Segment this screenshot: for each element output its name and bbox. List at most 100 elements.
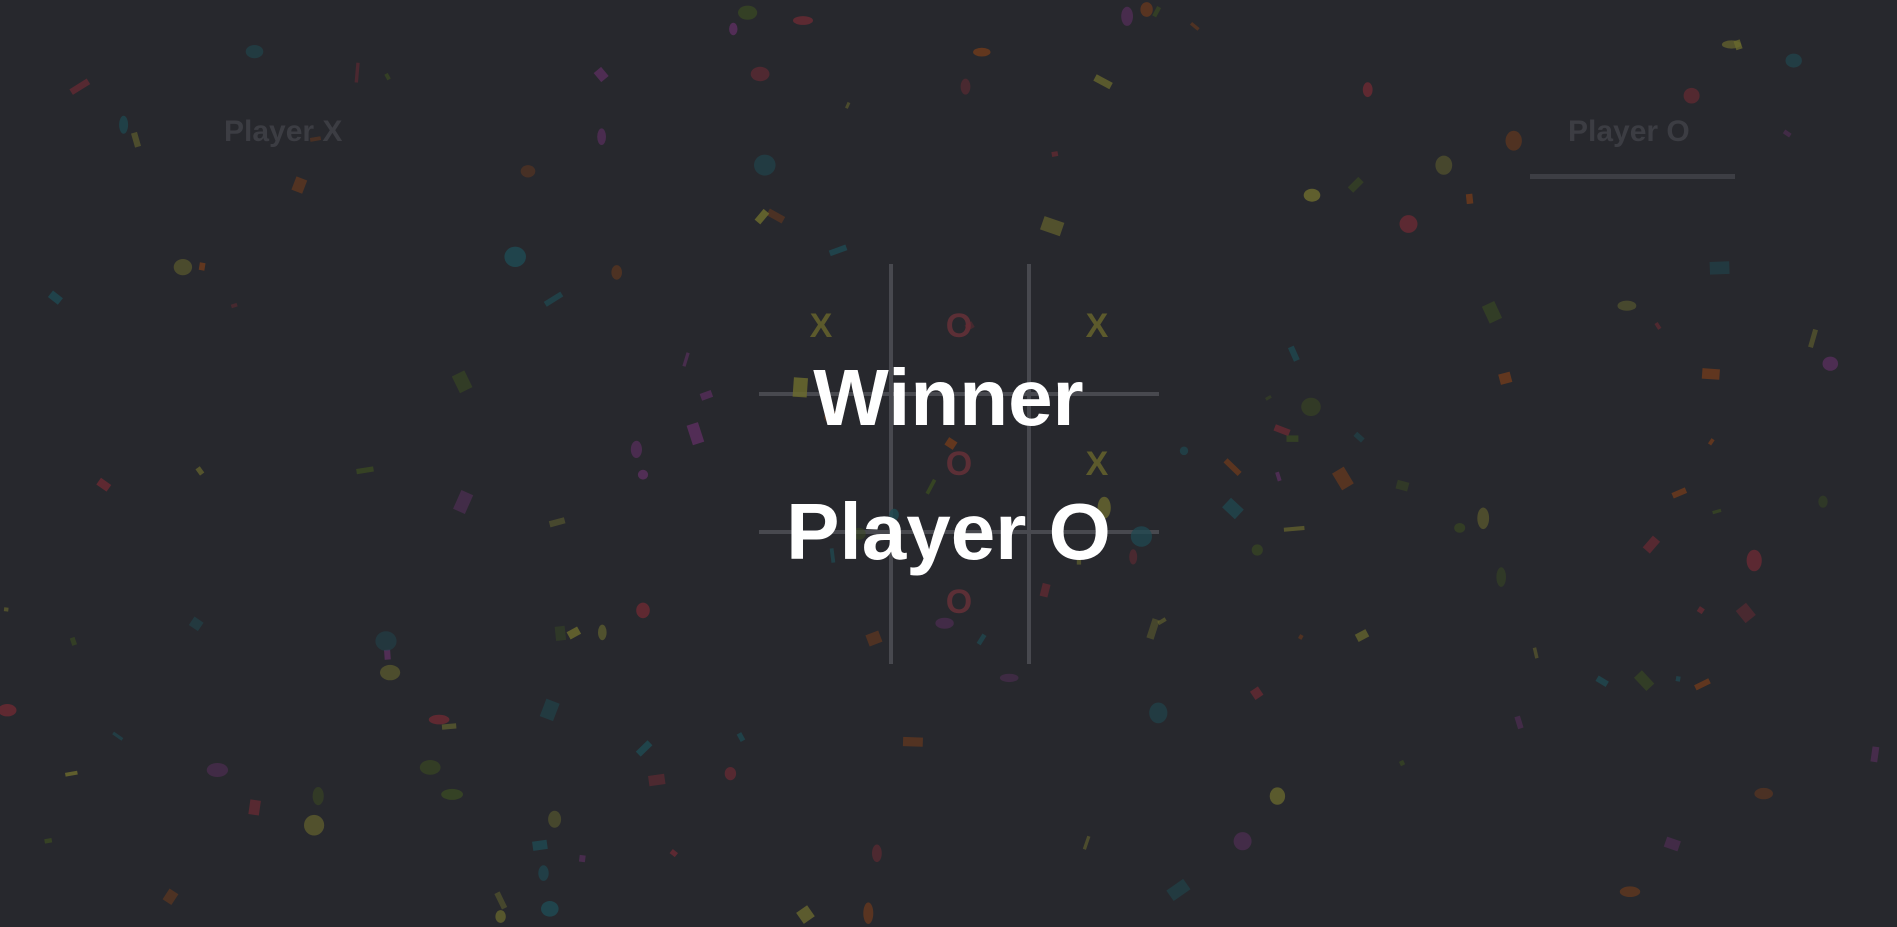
confetti-piece bbox=[1712, 508, 1722, 515]
confetti-piece bbox=[1505, 130, 1522, 151]
confetti-piece bbox=[630, 440, 643, 458]
confetti-piece bbox=[1707, 438, 1715, 446]
confetti-piece bbox=[1435, 155, 1453, 175]
confetti-piece bbox=[1179, 446, 1189, 456]
confetti-piece bbox=[636, 602, 650, 619]
confetti-piece bbox=[96, 477, 112, 492]
confetti-piece bbox=[554, 625, 567, 641]
confetti-piece bbox=[754, 154, 776, 176]
confetti-piece bbox=[597, 128, 606, 145]
confetti-piece bbox=[729, 22, 738, 36]
confetti-piece bbox=[441, 788, 463, 800]
confetti-piece bbox=[119, 115, 129, 134]
confetti-piece bbox=[1654, 321, 1662, 330]
confetti-piece bbox=[724, 767, 737, 781]
confetti-piece bbox=[1301, 397, 1321, 417]
confetti-piece bbox=[451, 370, 473, 394]
confetti-piece bbox=[520, 165, 536, 178]
confetti-piece bbox=[1223, 458, 1242, 477]
confetti-piece bbox=[1152, 5, 1162, 18]
active-player-indicator bbox=[1530, 174, 1735, 179]
confetti-piece bbox=[1735, 602, 1756, 624]
confetti-piece bbox=[1465, 193, 1474, 205]
confetti-piece bbox=[1140, 2, 1153, 17]
confetti-piece bbox=[793, 16, 813, 25]
confetti-piece bbox=[375, 631, 397, 651]
confetti-piece bbox=[1701, 368, 1720, 380]
confetti-piece bbox=[754, 208, 770, 225]
confetti-piece bbox=[1283, 525, 1305, 532]
confetti-piece bbox=[1189, 22, 1200, 31]
confetti-piece bbox=[902, 736, 923, 747]
confetti-piece bbox=[245, 45, 264, 59]
confetti-piece bbox=[1298, 634, 1304, 640]
confetti-piece bbox=[637, 469, 649, 480]
confetti-piece bbox=[738, 5, 758, 20]
confetti-piece bbox=[3, 607, 9, 612]
confetti-piece bbox=[1498, 371, 1513, 385]
confetti-piece bbox=[1675, 676, 1681, 682]
confetti-piece bbox=[1694, 678, 1711, 691]
confetti-piece bbox=[1265, 395, 1272, 401]
board-cell-3[interactable]: X bbox=[1029, 258, 1165, 394]
confetti-piece bbox=[1733, 39, 1743, 51]
confetti-piece bbox=[1822, 356, 1839, 371]
confetti-piece bbox=[1166, 878, 1191, 902]
confetti-piece bbox=[495, 910, 506, 923]
confetti-piece bbox=[1082, 835, 1091, 850]
confetti-piece bbox=[1287, 345, 1300, 362]
board-cell-7[interactable] bbox=[753, 534, 889, 670]
confetti-piece bbox=[195, 466, 205, 476]
player-o-label[interactable]: Player O bbox=[1568, 112, 1690, 152]
confetti-piece bbox=[532, 839, 548, 851]
confetti-piece bbox=[766, 208, 786, 224]
confetti-piece bbox=[173, 259, 193, 276]
confetti-piece bbox=[441, 723, 457, 730]
board-cell-8[interactable]: O bbox=[891, 534, 1027, 670]
confetti-piece bbox=[539, 698, 560, 722]
confetti-piece bbox=[699, 390, 714, 401]
confetti-piece bbox=[669, 848, 679, 858]
confetti-piece bbox=[1870, 746, 1880, 763]
confetti-piece bbox=[1222, 497, 1244, 520]
confetti-piece bbox=[635, 740, 653, 757]
confetti-piece bbox=[1617, 300, 1637, 311]
confetti-piece bbox=[1286, 435, 1299, 442]
board-cell-5[interactable]: O bbox=[891, 396, 1027, 532]
confetti-piece bbox=[1785, 53, 1802, 68]
confetti-piece bbox=[686, 422, 705, 446]
confetti-piece bbox=[0, 704, 17, 717]
board-cell-9[interactable] bbox=[1029, 534, 1165, 670]
confetti-piece bbox=[1354, 629, 1370, 642]
confetti-piece bbox=[973, 47, 991, 57]
board-cell-6[interactable]: X bbox=[1029, 396, 1165, 532]
confetti-piece bbox=[541, 901, 559, 917]
board-cell-1[interactable]: X bbox=[753, 258, 889, 394]
confetti-piece bbox=[828, 244, 848, 257]
confetti-piece bbox=[44, 837, 53, 844]
confetti-piece bbox=[248, 799, 261, 816]
confetti-piece bbox=[206, 763, 229, 777]
confetti-piece bbox=[548, 517, 566, 528]
confetti-piece bbox=[312, 787, 324, 806]
confetti-piece bbox=[1782, 129, 1792, 138]
player-x-label[interactable]: Player X bbox=[224, 112, 342, 152]
confetti-piece bbox=[845, 101, 851, 109]
confetti-piece bbox=[69, 636, 78, 646]
confetti-piece bbox=[1275, 471, 1282, 482]
confetti-piece bbox=[1398, 759, 1406, 767]
confetti-piece bbox=[736, 732, 746, 742]
board-cell-4[interactable] bbox=[753, 396, 889, 532]
confetti-piece bbox=[1481, 300, 1503, 324]
confetti-piece bbox=[566, 626, 582, 640]
confetti-piece bbox=[1532, 647, 1539, 659]
confetti-piece bbox=[494, 891, 508, 910]
confetti-piece bbox=[999, 673, 1019, 683]
confetti-piece bbox=[1808, 328, 1819, 348]
confetti-piece bbox=[1353, 431, 1365, 443]
confetti-piece bbox=[750, 66, 770, 82]
confetti-piece bbox=[1399, 215, 1418, 233]
board-cell-2[interactable]: O bbox=[891, 258, 1027, 394]
confetti-piece bbox=[1754, 787, 1773, 800]
confetti-piece bbox=[543, 291, 564, 307]
